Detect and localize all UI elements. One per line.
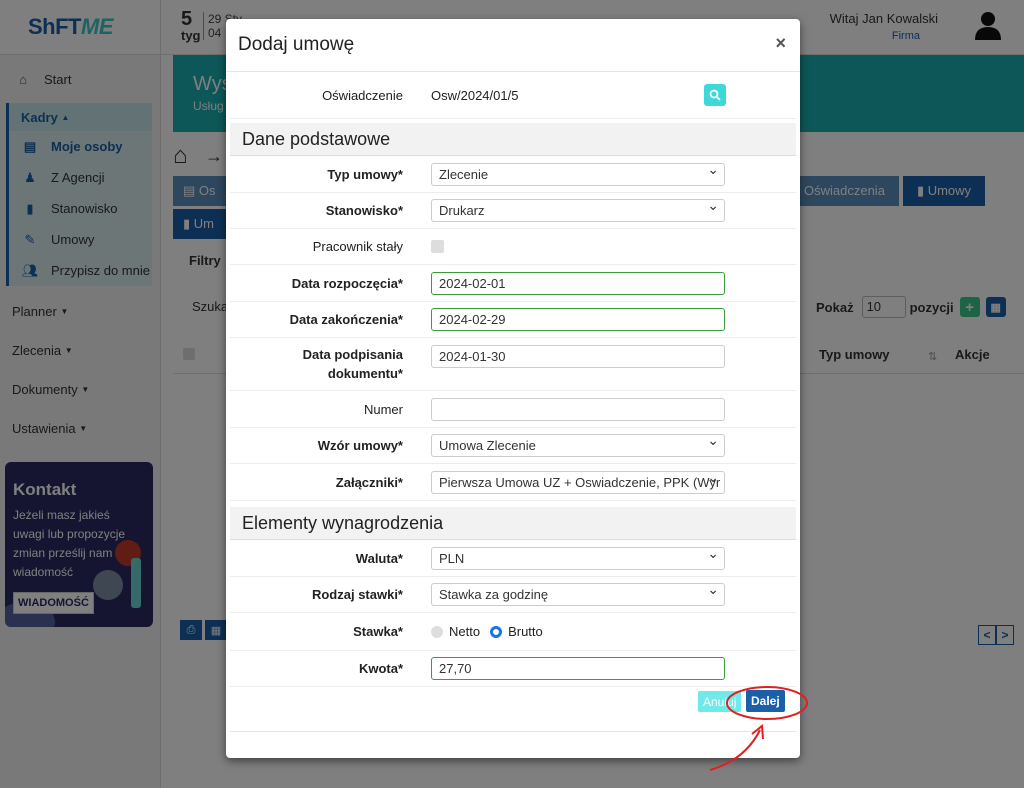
form-row-zalaczniki: Załączniki* Pierwsza Umowa UZ + Oswiadcz… [230, 464, 796, 501]
field-label: Stanowisko* [325, 203, 403, 218]
form-row-pracownik: Pracownik stały [230, 229, 796, 265]
modal-header: Dodaj umowę [226, 19, 800, 72]
add-contract-modal: Dodaj umowę × Oświadczenie Osw/2024/01/5… [226, 19, 800, 758]
form-row-data-rozpoczecia: Data rozpoczęcia* 2024-02-01 [230, 265, 796, 302]
start-date-input[interactable]: 2024-02-01 [431, 271, 725, 295]
next-button[interactable]: Dalej [746, 690, 785, 712]
label-line: Data podpisania [302, 347, 403, 362]
radio-circle [431, 625, 443, 638]
form-row-typ-umowy: Typ umowy* Zlecenie [230, 156, 796, 193]
contract-type-select[interactable]: Zlecenie [431, 161, 725, 186]
field-label: Data zakończenia* [289, 312, 403, 327]
form-row-kwota: Kwota* 27,70 [230, 651, 796, 687]
position-select[interactable]: Drukarz [431, 197, 725, 222]
label-line: dokumentu* [327, 366, 403, 381]
contract-template-select[interactable]: Umowa Zlecenie [431, 432, 725, 457]
oswiadczenie-value: Osw/2024/01/5 [431, 87, 519, 103]
permanent-employee-checkbox[interactable] [431, 240, 444, 253]
form-row-waluta: Waluta* PLN [230, 540, 796, 577]
end-date-input[interactable]: 2024-02-29 [431, 308, 725, 331]
amount-input[interactable]: 27,70 [431, 657, 725, 680]
field-label: Pracownik stały [312, 239, 403, 254]
field-label: Data rozpoczęcia* [291, 275, 403, 291]
field-label: Oświadczenie [322, 87, 403, 103]
field-label: Załączniki* [335, 474, 403, 490]
field-label: Numer [363, 401, 403, 417]
radio-brutto[interactable]: Brutto [490, 624, 543, 639]
currency-select[interactable]: PLN [431, 545, 725, 570]
field-label: Kwota* [358, 661, 403, 676]
radio-netto[interactable]: Netto [431, 624, 480, 639]
form-row-data-zakonczenia: Data zakończenia* 2024-02-29 [230, 302, 796, 338]
close-icon[interactable]: × [775, 33, 786, 54]
radio-circle [490, 625, 503, 638]
form-row-stawka: Stawka* Netto Brutto [230, 613, 796, 651]
form-row-rodzaj-stawki: Rodzaj stawki* Stawka za godzinę [230, 577, 796, 613]
field-label: Wzór umowy* [317, 438, 403, 453]
section-header-dane-podstawowe: Dane podstawowe [230, 123, 796, 156]
radio-label: Netto [449, 624, 481, 639]
section-header-elementy-wynagrodzenia: Elementy wynagrodzenia [230, 507, 796, 540]
field-label: Waluta* [355, 550, 403, 566]
form-row-numer: Numer [230, 391, 796, 428]
number-input[interactable] [431, 397, 725, 421]
modal-title: Dodaj umowę [238, 34, 355, 55]
search-icon-glyph [709, 89, 721, 101]
signing-date-input[interactable]: 2024-01-30 [431, 345, 725, 368]
field-label: Data podpisania dokumentu* [230, 345, 415, 383]
field-label: Stawka* [353, 624, 403, 639]
cancel-button[interactable]: Anuluj [698, 691, 742, 712]
modal-footer-divider [230, 731, 796, 732]
field-label: Typ umowy* [327, 166, 403, 182]
form-row-wzor: Wzór umowy* Umowa Zlecenie [230, 428, 796, 464]
rate-radio-group: Netto Brutto [431, 624, 553, 639]
rate-type-select[interactable]: Stawka za godzinę [431, 581, 725, 606]
search-icon[interactable] [704, 84, 726, 106]
form-row-stanowisko: Stanowisko* Drukarz [230, 193, 796, 229]
form-row-data-podpisania: Data podpisania dokumentu* 2024-01-30 [230, 338, 796, 391]
attachments-select[interactable]: Pierwsza Umowa UZ + Oswiadczenie, PPK (W… [431, 470, 725, 494]
radio-label: Brutto [508, 624, 543, 639]
field-label: Rodzaj stawki* [311, 587, 403, 602]
